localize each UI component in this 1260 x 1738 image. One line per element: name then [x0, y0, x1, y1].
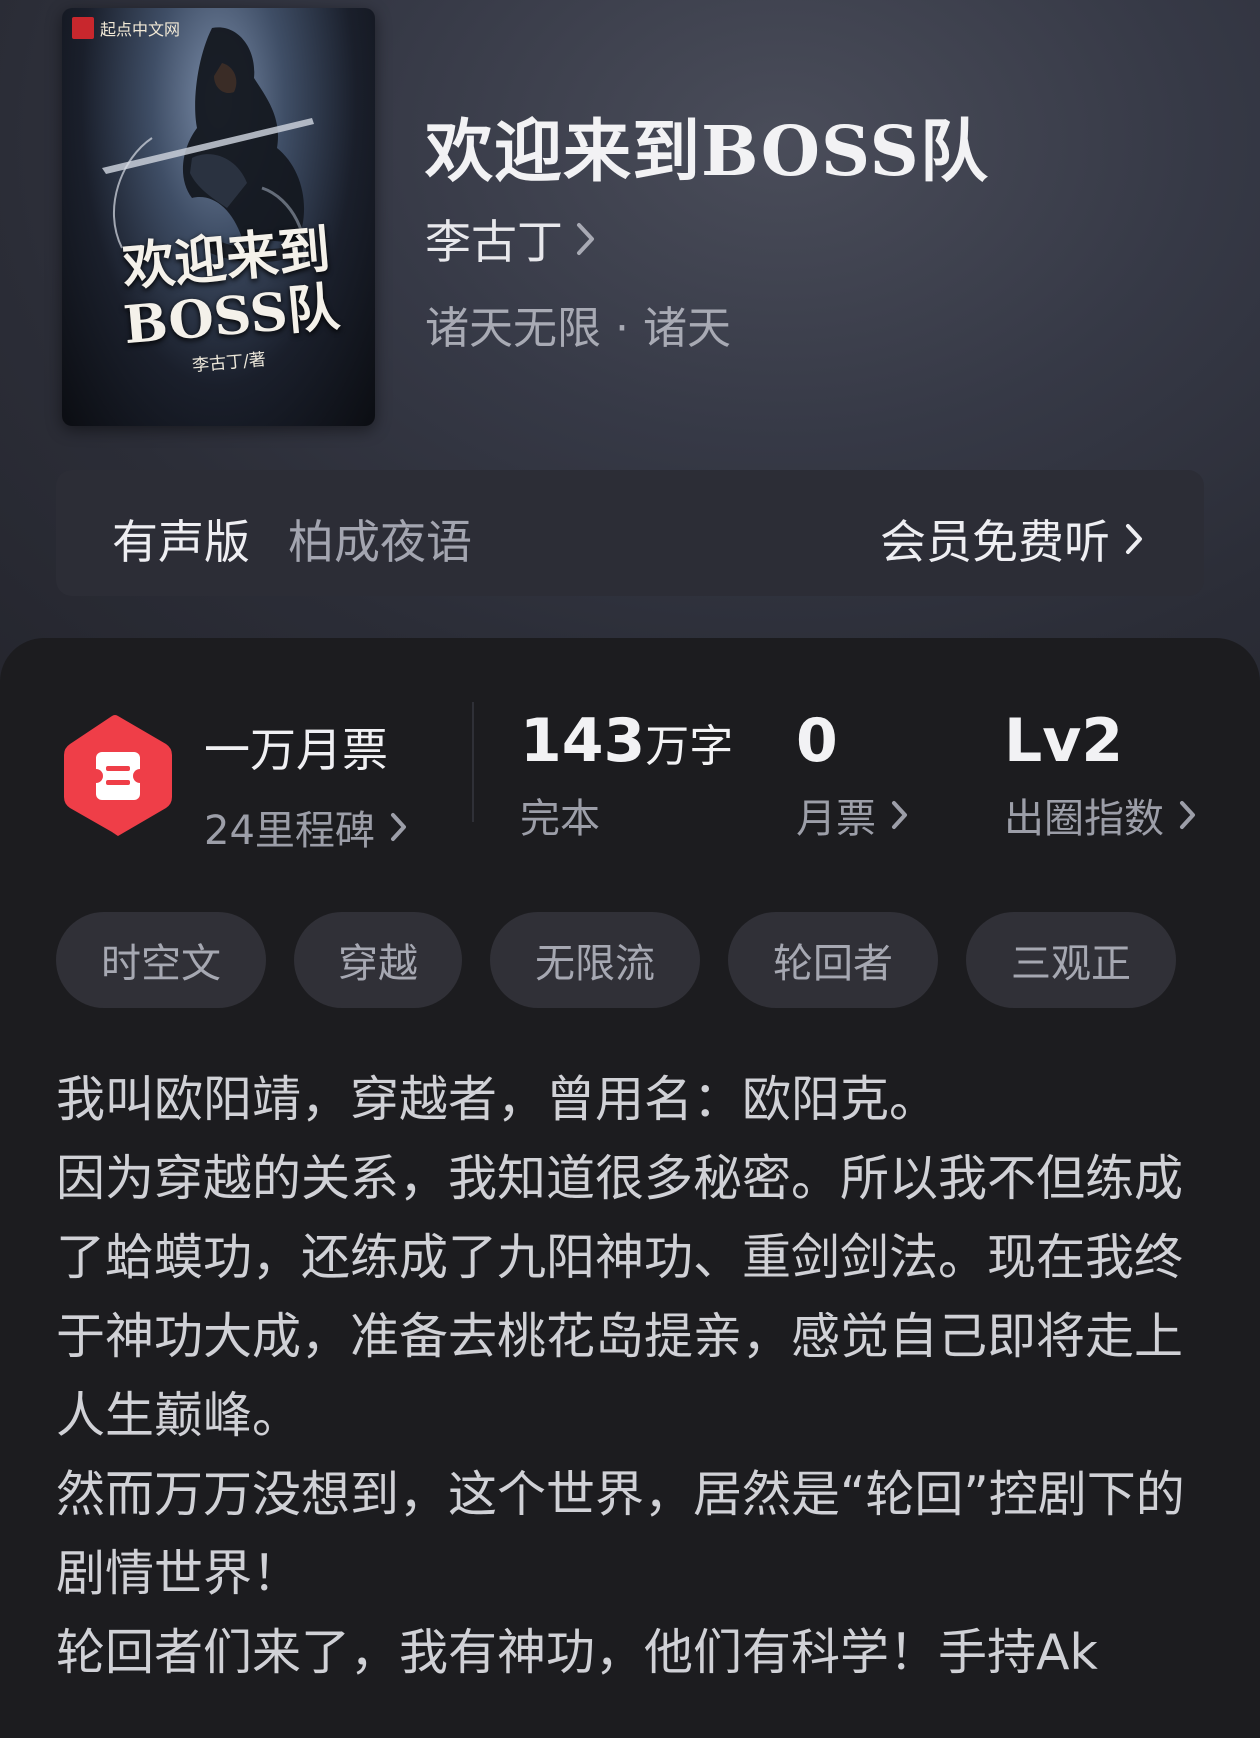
- description-paragraph: 因为穿越的关系，我知道很多秘密。所以我不但练成了蛤蟆功，还练成了九阳神功、重剑剑…: [56, 1150, 1184, 1444]
- milestone-sub: 24里程碑: [204, 808, 375, 854]
- book-description[interactable]: 我叫欧阳靖，穿越者，曾用名：欧阳克。 因为穿越的关系，我知道很多秘密。所以我不但…: [56, 1060, 1216, 1692]
- audiobook-bar[interactable]: 有声版 柏成夜语 会员免费听: [56, 470, 1204, 596]
- author-link[interactable]: 李古丁: [425, 206, 597, 272]
- word-count-unit: 万字: [645, 721, 734, 772]
- monthly-votes-value: 0: [796, 706, 838, 776]
- cover-brand-text: 起点中文网: [100, 20, 181, 39]
- author-name: 李古丁: [425, 215, 563, 269]
- monthly-votes-label-row: 月票: [796, 786, 910, 844]
- word-count-value: 143万字: [520, 706, 733, 776]
- tag-chip[interactable]: 轮回者: [728, 912, 938, 1008]
- chevron-right-icon: [577, 223, 594, 255]
- cover-brand: 起点中文网: [72, 16, 180, 40]
- description-paragraph: 然而万万没想到，这个世界，居然是“轮回”控剧下的剧情世界！: [56, 1466, 1185, 1602]
- level-label-row: 出圈指数: [1004, 786, 1198, 844]
- book-status: 完本: [520, 796, 600, 842]
- word-count-stat: 143万字 完本: [520, 706, 733, 844]
- monthly-votes-label: 月票: [796, 796, 876, 842]
- audio-label: 有声版: [112, 515, 250, 569]
- audio-cta-label: 会员免费听: [880, 515, 1110, 569]
- chevron-right-icon: [892, 801, 907, 829]
- level-value: Lv2: [1004, 706, 1124, 776]
- monthly-votes-stat[interactable]: 0 月票: [796, 706, 910, 844]
- description-paragraph: 我叫欧阳靖，穿越者，曾用名：欧阳克。: [56, 1071, 939, 1128]
- member-free-listen-link[interactable]: 会员免费听: [880, 506, 1144, 572]
- tag-chip[interactable]: 三观正: [966, 912, 1176, 1008]
- book-title: 欢迎来到BOSS队: [425, 112, 989, 192]
- milestone-block[interactable]: 一万月票 24里程碑: [204, 714, 409, 856]
- tag-chip[interactable]: 时空文: [56, 912, 266, 1008]
- popularity-index-stat[interactable]: Lv2 出圈指数: [1004, 706, 1198, 844]
- book-header: 起点中文网 欢迎来到 BOSS队 李古丁/著 欢迎来到BOSS队 李古丁 诸天无…: [0, 0, 1260, 700]
- level-label: 出圈指数: [1004, 796, 1164, 842]
- description-paragraph: 轮回者们来了，我有神功，他们有科学！手持Ak: [56, 1624, 1098, 1681]
- genre-label[interactable]: 诸天无限 · 诸天: [425, 292, 731, 356]
- stats-divider: [472, 702, 474, 822]
- word-count-number: 143: [520, 706, 646, 776]
- tag-chip[interactable]: 穿越: [294, 912, 462, 1008]
- audio-narrator: 柏成夜语: [288, 515, 472, 569]
- milestone-title: 一万月票: [204, 723, 388, 777]
- milestone-sub-row: 24里程碑: [204, 798, 409, 856]
- brand-logo: [72, 17, 94, 39]
- chevron-right-icon: [1126, 524, 1142, 554]
- cover-title: 欢迎来到 BOSS队: [99, 219, 358, 356]
- chevron-right-icon: [1180, 801, 1195, 829]
- chevron-right-icon: [390, 813, 406, 841]
- book-cover[interactable]: 起点中文网 欢迎来到 BOSS队 李古丁/著: [62, 8, 375, 426]
- monthly-ticket-icon: [64, 715, 172, 836]
- tag-chip[interactable]: 无限流: [490, 912, 700, 1008]
